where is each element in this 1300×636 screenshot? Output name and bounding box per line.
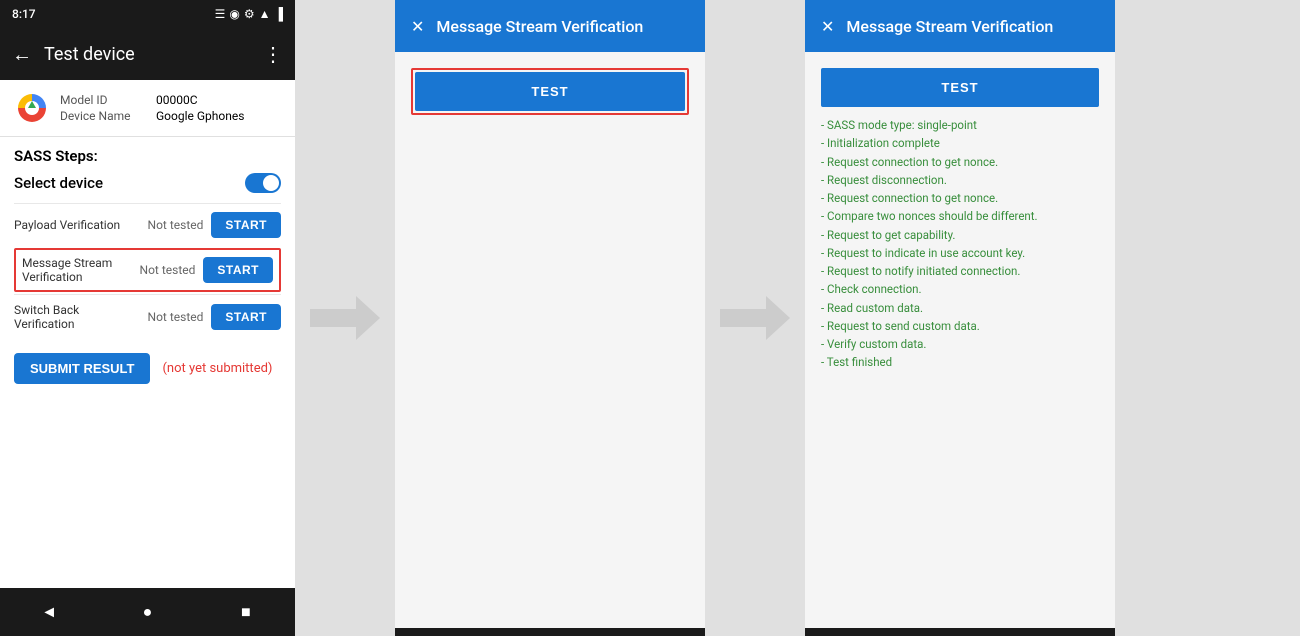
device-name-label: Device Name (60, 109, 140, 123)
dialog-2-close-button[interactable]: ✕ (821, 17, 834, 36)
sass-section: SASS Steps: Select device Payload Verifi… (0, 137, 295, 394)
device-name-value: Google Gphones (156, 109, 244, 123)
settings-icon: ⚙ (244, 7, 255, 21)
log-line: - Request connection to get nonce. (821, 190, 1099, 207)
app-bar-title: Test device (44, 44, 251, 65)
log-line: - Request to notify initiated connection… (821, 263, 1099, 280)
log-line: - SASS mode type: single-point (821, 117, 1099, 134)
location-icon: ◉ (229, 7, 239, 21)
arrow-2-head (766, 296, 790, 340)
submit-row: SUBMIT RESULT (not yet submitted) (14, 353, 281, 384)
log-line: - Test finished (821, 354, 1099, 371)
phone-content: Model ID 00000C Device Name Google Gphon… (0, 80, 295, 588)
log-line: - Check connection. (821, 281, 1099, 298)
main-layout: 8:17 ☰ ◉ ⚙ ▲ ▐ ← Test device ⋮ (0, 0, 1300, 636)
step-status-message-stream: Not tested (140, 263, 196, 277)
phone-panel: 8:17 ☰ ◉ ⚙ ▲ ▐ ← Test device ⋮ (0, 0, 295, 636)
dialog-2-title: Message Stream Verification (846, 17, 1099, 36)
status-time: 8:17 (12, 7, 36, 21)
test-button-2[interactable]: TEST (821, 68, 1099, 107)
step-status-switch-back: Not tested (148, 310, 204, 324)
device-details: Model ID 00000C Device Name Google Gphon… (60, 93, 244, 123)
select-device-row: Select device (14, 173, 281, 193)
start-button-switch-back[interactable]: START (211, 304, 281, 330)
nav-home-button[interactable]: ● (127, 592, 167, 632)
log-line: - Request to indicate in use account key… (821, 245, 1099, 262)
model-label: Model ID (60, 93, 140, 107)
select-device-toggle[interactable] (245, 173, 281, 193)
log-line: - Request connection to get nonce. (821, 154, 1099, 171)
step-row-message-stream: Message StreamVerification Not tested ST… (14, 248, 281, 292)
arrow-2-container (705, 0, 805, 636)
wifi-icon: ▲ (259, 7, 271, 21)
sass-title: SASS Steps: (14, 147, 281, 165)
test-button-1[interactable]: TEST (415, 72, 685, 111)
step-label-switch-back: Switch Back Verification (14, 303, 140, 331)
dialog-1-body: TEST (395, 52, 705, 628)
start-button-message-stream[interactable]: START (203, 257, 273, 283)
model-row: Model ID 00000C (60, 93, 244, 107)
step-row-switch-back: Switch Back Verification Not tested STAR… (14, 294, 281, 339)
submit-result-button[interactable]: SUBMIT RESULT (14, 353, 150, 384)
arrow-1-container (295, 0, 395, 636)
step-status-payload: Not tested (148, 218, 204, 232)
phone-nav: ◄ ● ■ (0, 588, 295, 636)
step-row-payload: Payload Verification Not tested START (14, 203, 281, 246)
log-line: - Request to get capability. (821, 227, 1099, 244)
log-line: - Request disconnection. (821, 172, 1099, 189)
not-submitted-label: (not yet submitted) (162, 361, 272, 376)
dialog-1-close-button[interactable]: ✕ (411, 17, 424, 36)
dialog-2-body: TEST - SASS mode type: single-point- Ini… (805, 52, 1115, 628)
dialog-2-bottom-bar (805, 628, 1115, 636)
model-value: 00000C (156, 93, 198, 107)
select-device-label: Select device (14, 174, 103, 192)
log-line: - Initialization complete (821, 135, 1099, 152)
start-button-payload[interactable]: START (211, 212, 281, 238)
app-bar: ← Test device ⋮ (0, 28, 295, 80)
log-line: - Compare two nonces should be different… (821, 208, 1099, 225)
battery-icon: ▐ (274, 7, 283, 21)
arrow-2-body (720, 309, 772, 327)
log-line: - Request to send custom data. (821, 318, 1099, 335)
step-label-message-stream: Message StreamVerification (22, 256, 132, 284)
dialog-2-panel: ✕ Message Stream Verification TEST - SAS… (805, 0, 1115, 636)
back-button[interactable]: ← (12, 42, 32, 67)
status-icons: ☰ ◉ ⚙ ▲ ▐ (215, 7, 283, 21)
dialog-1-bottom-bar (395, 628, 705, 636)
step-label-payload: Payload Verification (14, 218, 140, 232)
dialog-1-title: Message Stream Verification (436, 17, 689, 36)
arrow-2 (720, 296, 790, 340)
test-btn-wrapper: TEST (411, 68, 689, 115)
google-logo-icon (14, 90, 50, 126)
arrow-1-body (310, 309, 362, 327)
arrow-1-head (356, 296, 380, 340)
arrow-1 (310, 296, 380, 340)
name-row: Device Name Google Gphones (60, 109, 244, 123)
status-bar: 8:17 ☰ ◉ ⚙ ▲ ▐ (0, 0, 295, 28)
log-lines: - SASS mode type: single-point- Initiali… (821, 117, 1099, 372)
dialog-1-panel: ✕ Message Stream Verification TEST (395, 0, 705, 636)
notification-icon: ☰ (215, 7, 226, 21)
menu-button[interactable]: ⋮ (263, 42, 283, 66)
device-info: Model ID 00000C Device Name Google Gphon… (0, 80, 295, 137)
nav-back-button[interactable]: ◄ (29, 592, 69, 632)
dialog-1-header: ✕ Message Stream Verification (395, 0, 705, 52)
dialog-2-header: ✕ Message Stream Verification (805, 0, 1115, 52)
log-line: - Read custom data. (821, 300, 1099, 317)
log-line: - Verify custom data. (821, 336, 1099, 353)
nav-recents-button[interactable]: ■ (226, 592, 266, 632)
